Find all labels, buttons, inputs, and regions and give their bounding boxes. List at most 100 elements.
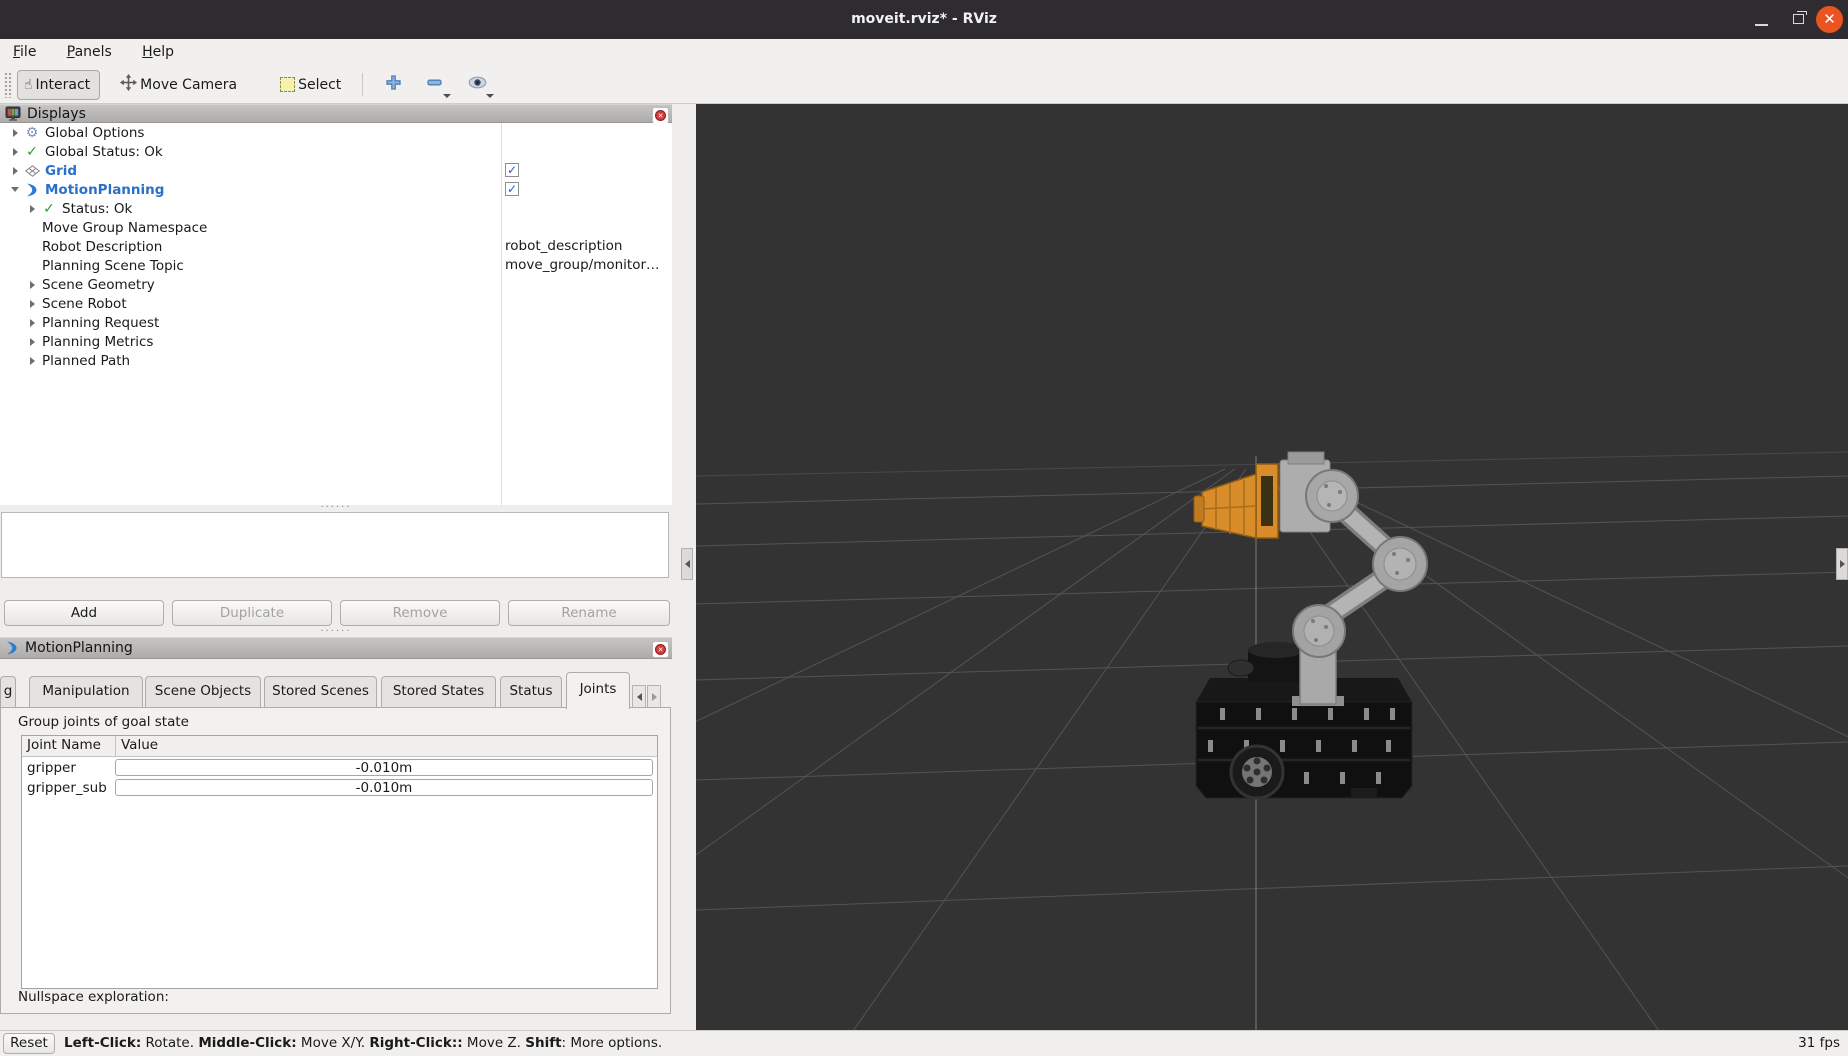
duplicate-button[interactable]: Duplicate — [172, 600, 332, 626]
menu-file[interactable]: File — [0, 39, 49, 66]
displays-panel-close-button[interactable] — [652, 107, 669, 124]
menu-help[interactable]: Help — [129, 39, 187, 66]
status-ok-icon — [22, 145, 42, 159]
tree-row-planning-request[interactable]: Planning Request — [0, 313, 672, 332]
motionplanning-splitter-handle[interactable] — [0, 629, 672, 635]
grid-visibility-checkbox[interactable] — [505, 163, 519, 177]
add-button[interactable]: Add — [4, 600, 164, 626]
property-description-box — [1, 512, 669, 578]
close-button[interactable] — [1816, 6, 1843, 33]
move-camera-tool-label: Move Camera — [140, 77, 237, 93]
remove-button[interactable]: Remove — [340, 600, 500, 626]
tab-manipulation[interactable]: Manipulation — [29, 676, 143, 707]
menu-panels[interactable]: Panels — [54, 39, 125, 66]
tree-row-move-group-namespace[interactable]: Move Group Namespace — [0, 218, 672, 237]
rename-button[interactable]: Rename — [508, 600, 670, 626]
interact-tool-label: Interact — [36, 77, 91, 93]
chevron-down-icon — [443, 94, 451, 98]
tab-status[interactable]: Status — [500, 676, 562, 707]
expander-collapsed-icon[interactable] — [8, 148, 22, 156]
expander-collapsed-icon[interactable] — [25, 319, 39, 327]
tab-joints[interactable]: Joints — [566, 672, 630, 709]
toolbar-separator — [362, 73, 363, 96]
tree-splitter-handle[interactable] — [0, 505, 672, 511]
chevron-left-icon — [685, 560, 690, 568]
tab-stored-scenes[interactable]: Stored Scenes — [264, 676, 377, 707]
displays-panel-header[interactable]: Displays — [0, 104, 672, 123]
robot-model — [1194, 452, 1427, 798]
expander-collapsed-icon[interactable] — [25, 300, 39, 308]
displays-tree: Global Options Global Status: Ok Grid — [0, 123, 672, 505]
expander-collapsed-icon[interactable] — [25, 357, 39, 365]
motionplanning-panel-close-button[interactable] — [652, 641, 669, 658]
reset-button[interactable]: Reset — [3, 1033, 55, 1054]
add-tool-button[interactable] — [380, 71, 406, 99]
tab-scene-objects[interactable]: Scene Objects — [145, 676, 261, 707]
moveit-icon — [22, 183, 42, 197]
motionplanning-panel-header[interactable]: MotionPlanning — [0, 637, 672, 659]
help-text: : More options. — [562, 1035, 663, 1051]
tree-row-grid[interactable]: Grid — [0, 161, 672, 180]
joints-tab-pane: Group joints of goal state Joint Name Va… — [0, 707, 671, 1014]
restore-button[interactable] — [1792, 0, 1808, 39]
expander-collapsed-icon[interactable] — [8, 129, 22, 137]
minus-icon — [426, 74, 443, 95]
move-arrows-icon — [120, 74, 137, 95]
collapse-right-panel-button[interactable] — [1836, 548, 1848, 580]
value-column-header[interactable]: Value — [115, 736, 657, 756]
tree-row-planning-scene-topic[interactable]: Planning Scene Topic move_group/monitor… — [0, 256, 672, 275]
help-right-click: Right-Click:: — [369, 1035, 462, 1051]
help-text: Move X/Y. — [297, 1035, 370, 1051]
tree-row-planning-metrics[interactable]: Planning Metrics — [0, 332, 672, 351]
motionplanning-visibility-checkbox[interactable] — [505, 182, 519, 196]
joint-name-cell: gripper_sub — [22, 780, 115, 796]
expander-collapsed-icon[interactable] — [8, 167, 22, 175]
motionplanning-panel-title: MotionPlanning — [25, 640, 133, 656]
tab-truncated[interactable]: g — [0, 676, 16, 707]
viewport-scene — [696, 104, 1848, 1030]
titlebar: moveit.rviz* - RViz — [0, 0, 1848, 39]
select-tool-button[interactable]: Select — [274, 71, 350, 99]
tree-row-scene-robot[interactable]: Scene Robot — [0, 294, 672, 313]
rviz-window: moveit.rviz* - RViz File Panels Help Int… — [0, 0, 1848, 1056]
move-camera-tool-button[interactable]: Move Camera — [114, 71, 246, 99]
minimize-button[interactable] — [1754, 0, 1770, 39]
interact-tool-button[interactable]: Interact — [17, 70, 100, 100]
help-shift: Shift — [525, 1035, 561, 1051]
tree-row-motionplanning[interactable]: MotionPlanning — [0, 180, 672, 199]
tab-stored-states[interactable]: Stored States — [381, 676, 496, 707]
expander-collapsed-icon[interactable] — [25, 205, 39, 213]
chevron-left-icon — [637, 693, 642, 701]
tree-row-global-status[interactable]: Global Status: Ok — [0, 142, 672, 161]
tab-scroll-left-button[interactable] — [632, 685, 646, 708]
collapse-left-panel-button[interactable] — [681, 548, 693, 580]
remove-tool-button[interactable] — [421, 71, 447, 99]
chevron-right-icon — [1840, 560, 1845, 568]
joint-value-slider[interactable]: -0.010m — [115, 779, 653, 796]
expander-expanded-icon[interactable] — [8, 187, 22, 192]
3d-viewport[interactable] — [696, 104, 1848, 1030]
toolbar-drag-handle[interactable] — [4, 72, 11, 98]
help-middle-click: Middle-Click: — [198, 1035, 296, 1051]
menubar: File Panels Help — [0, 39, 1848, 66]
joint-value-slider[interactable]: -0.010m — [115, 759, 653, 776]
visibility-button[interactable] — [464, 71, 490, 99]
tree-row-scene-geometry[interactable]: Scene Geometry — [0, 275, 672, 294]
eye-icon — [468, 76, 487, 93]
tree-row-robot-description[interactable]: Robot Description robot_description — [0, 237, 672, 256]
tree-row-status-ok[interactable]: Status: Ok — [0, 199, 672, 218]
joint-name-column-header[interactable]: Joint Name — [22, 736, 115, 756]
table-row: gripper_sub -0.010m — [22, 778, 657, 797]
close-icon — [655, 110, 666, 121]
tree-row-planned-path[interactable]: Planned Path — [0, 351, 672, 370]
planning-scene-topic-value[interactable]: move_group/monitor… — [505, 256, 667, 275]
tree-row-global-options[interactable]: Global Options — [0, 123, 672, 142]
robot-description-value[interactable]: robot_description — [505, 237, 667, 256]
tab-scroll-right-button[interactable] — [647, 685, 661, 708]
expander-collapsed-icon[interactable] — [25, 338, 39, 346]
nullspace-exploration-label: Nullspace exploration: — [18, 989, 169, 1005]
status-ok-icon — [39, 202, 59, 216]
group-joints-label: Group joints of goal state — [18, 714, 189, 730]
expander-collapsed-icon[interactable] — [25, 281, 39, 289]
monitor-icon — [5, 106, 21, 121]
